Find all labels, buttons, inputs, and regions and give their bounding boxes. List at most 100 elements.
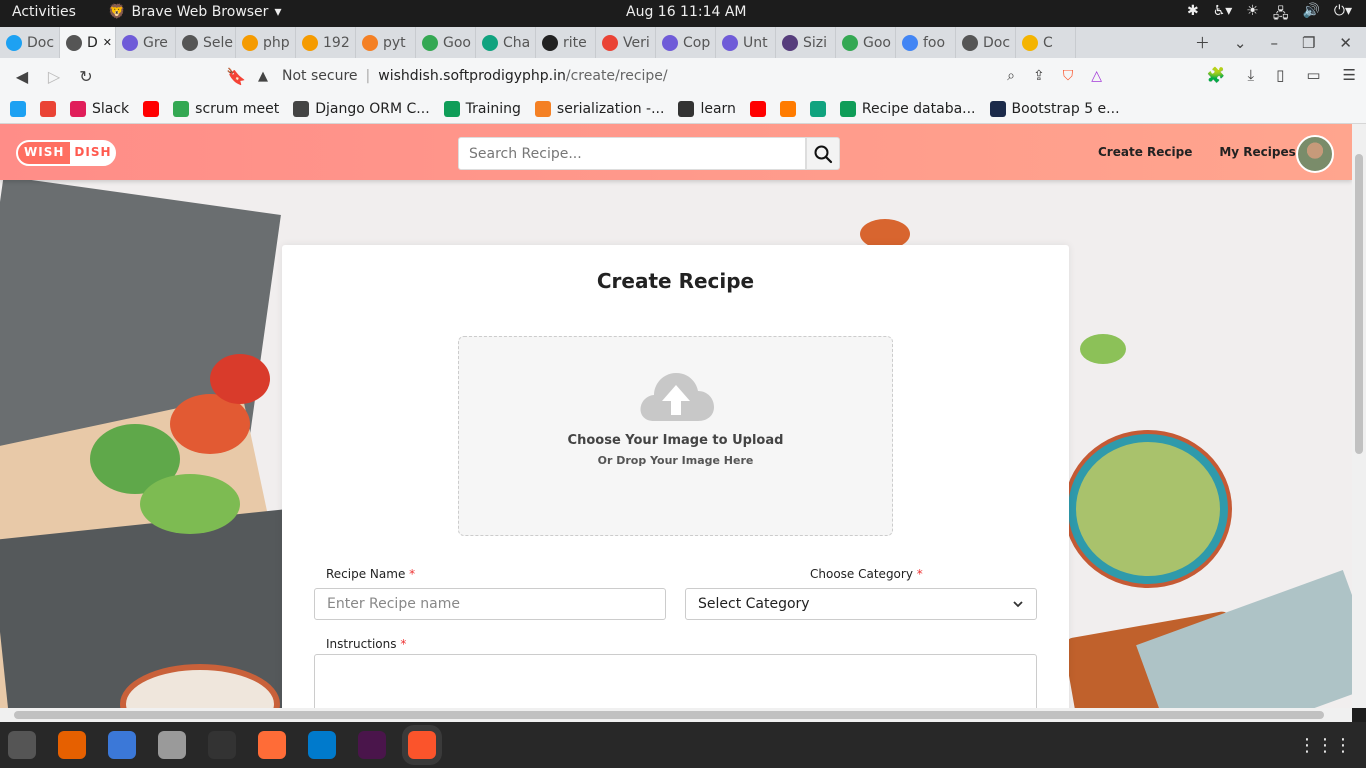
tab-15[interactable]: foo xyxy=(896,27,956,58)
tab-9[interactable]: rite xyxy=(536,27,596,58)
tab-10[interactable]: Veri xyxy=(596,27,656,58)
forward-icon[interactable]: ▷ xyxy=(38,67,70,86)
image-upload-dropzone[interactable]: Choose Your Image to Upload Or Drop Your… xyxy=(458,336,893,536)
menu-icon[interactable]: ☰ xyxy=(1343,66,1356,84)
firefox-app-icon[interactable] xyxy=(58,731,86,759)
tab-4[interactable]: php xyxy=(236,27,296,58)
tab-label: D xyxy=(87,34,98,51)
tab-13[interactable]: Sizi xyxy=(776,27,836,58)
postman-app-icon[interactable] xyxy=(258,731,286,759)
bookmark-3[interactable] xyxy=(143,100,160,117)
search-button[interactable] xyxy=(806,137,840,170)
nav-my-recipes[interactable]: My Recipes xyxy=(1219,145,1295,159)
show-apps-icon[interactable]: ⋮⋮⋮ xyxy=(1298,735,1352,756)
warning-icon[interactable]: ▲ xyxy=(258,69,274,84)
text-editor-app-icon[interactable] xyxy=(108,731,136,759)
bookmark-11[interactable] xyxy=(809,100,826,117)
extensions-icon[interactable]: 🧩 xyxy=(1207,66,1226,84)
bookmark-1[interactable] xyxy=(40,100,56,117)
bookmark-6[interactable]: Training xyxy=(443,100,521,117)
activities-button[interactable]: Activities xyxy=(12,4,76,20)
tab-6[interactable]: pyt xyxy=(356,27,416,58)
clock[interactable]: Aug 16 11:14 AM xyxy=(626,4,747,20)
url-path[interactable]: /create/recipe/ xyxy=(566,68,668,84)
bookmark-9[interactable] xyxy=(749,100,766,117)
reload-icon[interactable]: ↻ xyxy=(70,67,102,86)
vertical-scrollbar[interactable] xyxy=(1352,124,1366,708)
slack-tray-icon[interactable]: ✱ xyxy=(1187,3,1199,27)
zoom-icon[interactable]: ⌕ xyxy=(1007,68,1015,84)
bookmark-icon[interactable]: 🔖 xyxy=(220,67,252,86)
bookmark-10[interactable] xyxy=(779,100,796,117)
instructions-textarea[interactable] xyxy=(314,654,1037,708)
avatar[interactable] xyxy=(1296,135,1334,173)
slack-app-icon[interactable] xyxy=(358,731,386,759)
required-mark: * xyxy=(409,567,416,581)
bookmark-5[interactable]: Django ORM C... xyxy=(293,100,430,117)
downloads-icon[interactable]: ⤓ xyxy=(1247,66,1254,84)
tab-2[interactable]: Gre xyxy=(116,27,176,58)
category-label: Choose Category * xyxy=(810,567,923,581)
vegetable-shape xyxy=(140,474,240,534)
settings-app-icon[interactable] xyxy=(8,731,36,759)
site-logo[interactable]: WISH DISH xyxy=(16,140,116,166)
toolbar-right: 🧩 ⤓ ▯ ▭ ☰ xyxy=(1207,66,1356,84)
sidebar-icon[interactable]: ▯ xyxy=(1276,66,1284,84)
tab-7[interactable]: Goo xyxy=(416,27,476,58)
tab-1[interactable]: D ✕ xyxy=(60,27,116,58)
tab-14[interactable]: Goo xyxy=(836,27,896,58)
close-window-icon[interactable]: ✕ xyxy=(1339,34,1352,52)
bookmark-12[interactable]: Recipe databa... xyxy=(839,100,976,117)
horizontal-scrollbar[interactable] xyxy=(0,708,1352,722)
new-tab-icon[interactable]: ＋ xyxy=(1195,32,1210,53)
nav-create-recipe[interactable]: Create Recipe xyxy=(1098,145,1192,159)
tab-12[interactable]: Unt xyxy=(716,27,776,58)
tab-17[interactable]: C xyxy=(1016,27,1076,58)
sheets-icon xyxy=(443,100,460,117)
wallet-icon[interactable]: ▭ xyxy=(1306,66,1320,84)
scrollbar-thumb[interactable] xyxy=(14,711,1324,719)
globe-icon xyxy=(66,34,82,51)
tab-16[interactable]: Doc xyxy=(956,27,1016,58)
category-select[interactable]: Select Category xyxy=(685,588,1037,620)
bookmark-0[interactable] xyxy=(10,100,26,117)
chevron-down-icon xyxy=(1013,601,1023,608)
volume-icon[interactable]: 🔊 xyxy=(1302,3,1319,27)
terminal-app-icon[interactable] xyxy=(208,731,236,759)
bookmark-8[interactable]: learn xyxy=(678,100,736,117)
tab-5[interactable]: 192 xyxy=(296,27,356,58)
tab-8[interactable]: Cha xyxy=(476,27,536,58)
bookmark-13[interactable]: Bootstrap 5 e... xyxy=(989,100,1120,117)
network-icon[interactable]: 🖧 xyxy=(1273,3,1289,27)
brave-shields-icon[interactable]: ⛉ xyxy=(1063,68,1074,84)
app-menu[interactable]: 🦁 Brave Web Browser ▾ xyxy=(108,4,281,20)
url-bar[interactable]: ▲ Not secure | wishdish.softprodigyphp.i… xyxy=(258,62,1102,90)
brightness-icon[interactable]: ☀ xyxy=(1246,3,1259,27)
bookmark-4[interactable]: scrum meet xyxy=(173,100,279,117)
close-tab-icon[interactable]: ✕ xyxy=(103,36,112,49)
scrollbar-thumb[interactable] xyxy=(1355,154,1363,454)
brave-app-icon[interactable] xyxy=(408,731,436,759)
recipe-name-placeholder: Enter Recipe name xyxy=(327,596,460,612)
phpmyadmin-icon xyxy=(302,34,318,51)
accessibility-icon[interactable]: ♿︎▾ xyxy=(1213,3,1233,27)
vscode-app-icon[interactable] xyxy=(308,731,336,759)
tab-0[interactable]: Doc xyxy=(0,27,60,58)
recipe-name-input[interactable]: Enter Recipe name xyxy=(314,588,666,620)
tab-11[interactable]: Cop xyxy=(656,27,716,58)
brave-rewards-icon[interactable]: △ xyxy=(1091,68,1102,84)
search-input[interactable] xyxy=(458,137,806,170)
bookmark-7[interactable]: serialization -... xyxy=(534,100,664,117)
maximize-icon[interactable]: ❐ xyxy=(1302,34,1315,52)
system-tray[interactable]: ✱ ♿︎▾ ☀ 🖧 🔊 ⏻▾ xyxy=(1187,3,1352,27)
files-app-icon[interactable] xyxy=(158,731,186,759)
share-icon[interactable]: ⇪ xyxy=(1033,68,1045,84)
bookmark-2[interactable]: Slack xyxy=(70,100,129,117)
minimize-icon[interactable]: – xyxy=(1270,34,1278,52)
url-domain[interactable]: wishdish.softprodigyphp.in xyxy=(378,68,566,84)
security-status[interactable]: Not secure xyxy=(282,68,358,84)
back-icon[interactable]: ◀ xyxy=(6,67,38,86)
power-icon[interactable]: ⏻▾ xyxy=(1334,3,1352,27)
tab-search-chevron-icon[interactable]: ⌄ xyxy=(1234,34,1247,52)
tab-3[interactable]: Sele xyxy=(176,27,236,58)
